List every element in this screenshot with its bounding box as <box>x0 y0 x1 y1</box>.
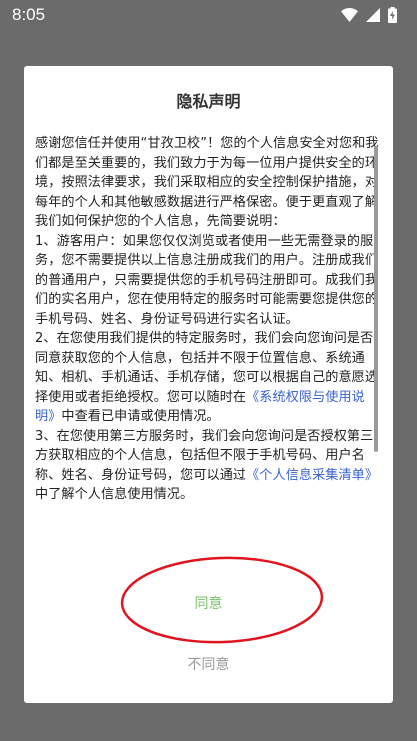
dialog-title: 隐私声明 <box>176 92 241 111</box>
permissions-text-end: 中查看已申请或使用情况。 <box>61 409 220 424</box>
cellular-signal-icon <box>366 8 380 22</box>
battery-charging-icon <box>388 7 397 23</box>
privacy-paragraph-permissions: 2、在您使用我们提供的特定服务时，我们会向您询问是否同意获取您的个人信息，包括并… <box>35 329 382 427</box>
scrollbar[interactable] <box>374 146 378 452</box>
agree-button[interactable]: 同意 <box>24 582 393 626</box>
privacy-paragraph-third-party: 3、在您使用第三方服务时，我们会向您询问是否授权第三方获取相应的个人信息，包括但… <box>35 427 382 505</box>
disagree-button[interactable]: 不同意 <box>24 643 393 687</box>
third-party-text-end: 中了解个人信息使用情况。 <box>35 487 194 502</box>
privacy-text-scroll[interactable]: 感谢您信任并使用“甘孜卫校”！您的个人信息安全对您和我们都是至关重要的，我们致力… <box>35 134 382 574</box>
wifi-icon <box>341 8 358 22</box>
status-icons <box>341 7 397 23</box>
status-time: 8:05 <box>12 5 46 24</box>
privacy-dialog: 隐私声明 感谢您信任并使用“甘孜卫校”！您的个人信息安全对您和我们都是至关重要的… <box>24 66 393 703</box>
status-bar: 8:05 <box>0 0 417 30</box>
privacy-paragraph-intro: 感谢您信任并使用“甘孜卫校”！您的个人信息安全对您和我们都是至关重要的，我们致力… <box>35 136 379 229</box>
personal-info-list-link[interactable]: 《个人信息采集清单》 <box>246 468 378 483</box>
privacy-paragraph-guest: 1、游客用户：如果您仅仅浏览或者使用一些无需登录的服务，您不需要提供以上信息注册… <box>35 233 379 327</box>
